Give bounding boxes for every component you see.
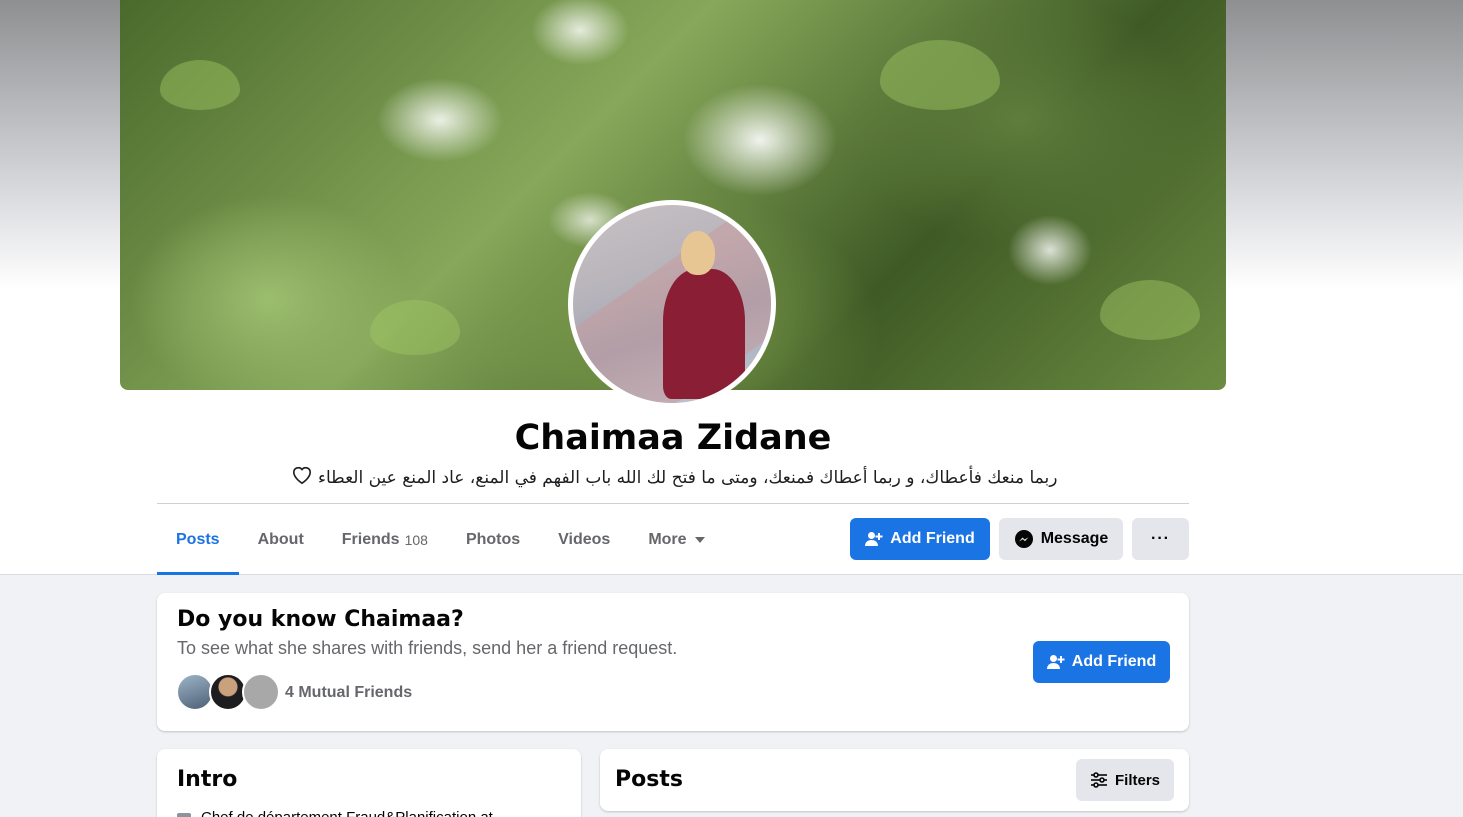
add-friend-button[interactable]: Add Friend — [850, 518, 990, 560]
posts-title: Posts — [615, 767, 683, 792]
posts-header-card: Posts Filters — [600, 749, 1189, 811]
profile-picture-image — [573, 205, 771, 403]
message-button[interactable]: Message — [999, 518, 1123, 560]
add-person-icon — [865, 531, 883, 547]
mutual-friends-avatars[interactable] — [176, 673, 286, 713]
intro-workplace: Chef de département Fraud&Planification … — [177, 809, 493, 817]
profile-tabs: Posts About Friends 108 Photos Videos Mor… — [157, 504, 724, 575]
avatar[interactable] — [242, 673, 280, 711]
intro-card: Intro Chef de département Fraud&Planific… — [157, 749, 581, 817]
profile-bio: ربما منعك فأعطاك، و ربما أعطاك فمنعك، وم… — [0, 465, 1346, 490]
chevron-down-icon — [694, 536, 705, 543]
messenger-icon — [1014, 529, 1034, 549]
more-options-button[interactable]: ··· — [1132, 518, 1189, 560]
briefcase-icon — [177, 813, 191, 817]
heart-icon — [291, 465, 313, 490]
friend-suggestion-card: Do you know Chaimaa? To see what she sha… — [157, 593, 1189, 731]
tab-photos[interactable]: Photos — [447, 504, 539, 575]
tab-more[interactable]: More — [629, 504, 723, 575]
filters-icon — [1090, 772, 1108, 788]
profile-header: Chaimaa Zidane ربما منعك فأعطاك، و ربما … — [0, 0, 1463, 575]
cover-leaf — [880, 40, 1000, 110]
profile-picture[interactable] — [568, 200, 776, 408]
add-person-icon — [1046, 654, 1065, 670]
tab-friends[interactable]: Friends 108 — [323, 504, 447, 575]
profile-name: Chaimaa Zidane — [514, 418, 832, 458]
add-friend-button-secondary[interactable]: Add Friend — [1033, 641, 1170, 683]
cover-leaf — [370, 300, 460, 355]
cover-leaf — [1100, 280, 1200, 340]
mutual-friends-link[interactable]: 4 Mutual Friends — [285, 684, 412, 702]
profile-bio-text: ربما منعك فأعطاك، و ربما أعطاك فمنعك، وم… — [317, 468, 1058, 488]
tab-posts[interactable]: Posts — [157, 504, 239, 575]
friend-suggestion-title: Do you know Chaimaa? — [177, 607, 464, 632]
friends-count: 108 — [404, 531, 428, 548]
tab-videos[interactable]: Videos — [539, 504, 629, 575]
intro-title: Intro — [177, 767, 238, 792]
friend-suggestion-subtitle: To see what she shares with friends, sen… — [177, 638, 678, 658]
cover-leaf — [160, 60, 240, 110]
tab-about[interactable]: About — [239, 504, 323, 575]
filters-button[interactable]: Filters — [1076, 759, 1174, 801]
